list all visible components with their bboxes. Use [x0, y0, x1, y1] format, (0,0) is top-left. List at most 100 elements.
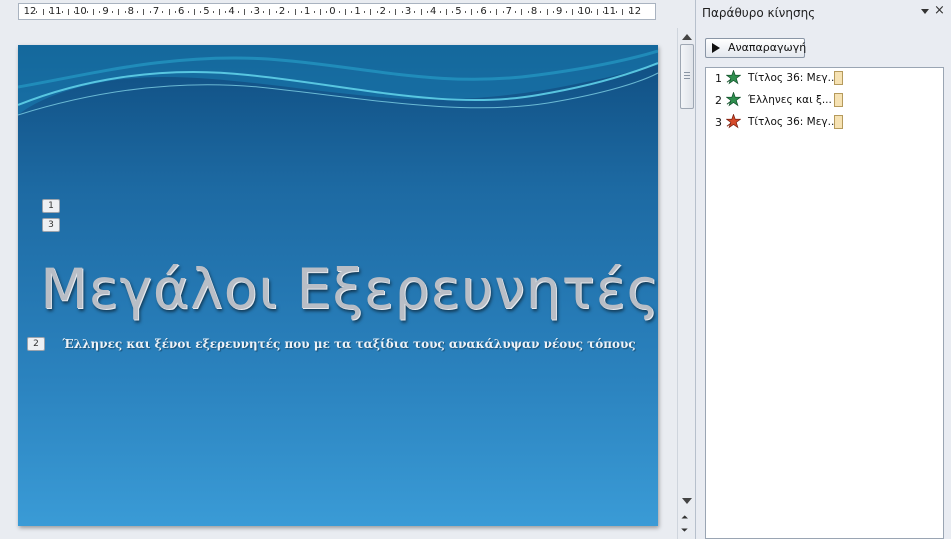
entrance-effect-star-icon — [726, 70, 741, 85]
ruler-tick — [212, 11, 214, 13]
ruler-tick — [540, 11, 542, 13]
slide-title[interactable]: Μεγάλοι Εξερευνητές — [18, 257, 658, 321]
ruler-tick — [237, 11, 239, 13]
ruler-number: 9 — [102, 6, 109, 17]
ruler-tick — [200, 11, 202, 13]
previous-slide-icon[interactable]: ⏶ — [681, 514, 688, 523]
animation-timing-bar[interactable] — [834, 115, 843, 129]
ruler-tick — [86, 11, 88, 13]
animation-item-label: Τίτλος 36: Μεγ... — [748, 72, 838, 84]
ruler-tick — [99, 11, 101, 13]
ruler-number: 3 — [404, 6, 412, 17]
scroll-up-arrow-icon[interactable] — [682, 34, 692, 40]
ruler-number: 12 — [23, 6, 37, 17]
play-button-label: Αναπαραγωγή — [728, 41, 807, 54]
play-button[interactable]: Αναπαραγωγή — [705, 38, 807, 58]
ruler-number: 5 — [203, 6, 210, 17]
scroll-thumb[interactable] — [680, 44, 694, 109]
ruler-tick — [244, 9, 246, 15]
ruler-tick — [363, 11, 365, 13]
slide-editing-area: Μεγάλοι Εξερευνητές Έλληνες και ξένοι εξ… — [0, 21, 677, 539]
animation-list-item-3[interactable]: 3 Τίτλος 36: Μεγ... — [706, 112, 943, 132]
ruler-tick — [515, 11, 517, 13]
ruler-number: 2 — [278, 6, 286, 17]
next-slide-icon[interactable]: ⏷ — [681, 527, 688, 536]
slide-subtitle[interactable]: Έλληνες και ξένοι εξερευνητές που με τα … — [18, 337, 658, 351]
animation-list[interactable]: 1 Τίτλος 36: Μεγ... 2 Έλληνες και ξ... 3 — [705, 67, 944, 539]
ruler-tick — [219, 9, 220, 15]
ruler-number: 1 — [354, 6, 361, 17]
animation-item-label: Έλληνες και ξ... — [748, 94, 832, 106]
ruler-tick — [597, 9, 598, 15]
ruler-tick — [546, 9, 548, 15]
ruler-number: 10 — [74, 6, 87, 17]
ruler-number: 4 — [228, 6, 235, 17]
ruler-number: 5 — [455, 6, 462, 17]
pane-close-icon[interactable]: × — [934, 3, 945, 19]
ruler-tick — [149, 11, 151, 13]
ruler-number: 11 — [603, 6, 616, 17]
ruler-tick — [269, 9, 271, 15]
ruler-tick — [439, 11, 441, 13]
ruler-tick — [137, 11, 139, 13]
ruler-number: 8 — [530, 6, 538, 17]
slide-canvas[interactable]: Μεγάλοι Εξερευνητές Έλληνες και ξένοι εξ… — [18, 45, 658, 526]
ruler-tick — [300, 11, 302, 13]
ruler-tick — [452, 11, 454, 13]
ruler-tick — [250, 11, 252, 13]
pane-header: Παράθυρο κίνησης × — [696, 0, 951, 27]
ruler-tick — [389, 11, 391, 13]
animation-order-number: 2 — [715, 94, 722, 107]
ruler-tick — [477, 11, 479, 13]
ruler-tick — [118, 9, 120, 15]
ruler-tick — [338, 11, 340, 13]
ruler-number: 8 — [127, 6, 134, 17]
ruler-number: 9 — [556, 6, 563, 17]
ruler-tick — [225, 11, 227, 13]
ruler-number: 2 — [379, 6, 386, 17]
ruler-number: 4 — [430, 6, 437, 17]
ruler-tick — [124, 11, 126, 13]
ruler-number: 11 — [48, 6, 62, 17]
ruler-tick — [471, 9, 472, 15]
ruler-tick — [401, 11, 403, 13]
ruler-tick — [93, 9, 94, 15]
ruler-tick — [263, 11, 265, 13]
scroll-down-arrow-icon[interactable] — [682, 498, 692, 504]
animation-tag-2[interactable]: 2 — [27, 337, 45, 351]
ruler-tick — [521, 9, 523, 15]
horizontal-ruler: 12 11 10 9 8 7 6 5 4 3 2 1 0 1 2 3 4 5 6 7 8 9 10 11 12 — [18, 3, 656, 20]
ruler-tick — [426, 11, 428, 13]
ruler-tick — [496, 9, 498, 15]
animation-list-item-1[interactable]: 1 Τίτλος 36: Μεγ... — [706, 68, 943, 88]
animation-timing-bar[interactable] — [834, 71, 843, 85]
animation-list-item-2[interactable]: 2 Έλληνες και ξ... — [706, 90, 943, 110]
ruler-tick — [414, 11, 416, 13]
animation-tag-1[interactable]: 1 — [42, 199, 60, 213]
ruler-tick — [187, 11, 189, 13]
animation-order-number: 1 — [715, 72, 722, 85]
pane-title: Παράθυρο κίνησης — [702, 6, 816, 20]
ruler-tick — [288, 11, 290, 13]
animation-timing-bar[interactable] — [834, 93, 843, 107]
ruler-tick — [174, 11, 176, 13]
ruler-tick — [565, 11, 567, 13]
ruler-tick — [464, 11, 466, 13]
ruler-tick — [445, 9, 447, 15]
ruler-tick — [193, 9, 195, 15]
ruler-number: 10 — [578, 6, 591, 17]
animation-tag-3[interactable]: 3 — [42, 218, 60, 232]
ruler-tick — [313, 11, 315, 13]
ruler-tick — [326, 11, 328, 13]
ruler-tick — [67, 9, 69, 15]
ruler-tick — [615, 11, 617, 13]
slide-vertical-scrollbar[interactable]: ⏶ ⏷ — [677, 28, 696, 539]
ruler-tick — [42, 9, 44, 15]
ruler-tick — [294, 9, 296, 15]
pane-options-chevron-down-icon[interactable] — [921, 9, 929, 14]
ruler-tick — [395, 9, 397, 15]
ruler-number: 6 — [480, 6, 487, 17]
ruler-tick — [590, 11, 592, 13]
ruler-tick — [351, 11, 353, 13]
animation-item-label: Τίτλος 36: Μεγ... — [748, 116, 838, 128]
